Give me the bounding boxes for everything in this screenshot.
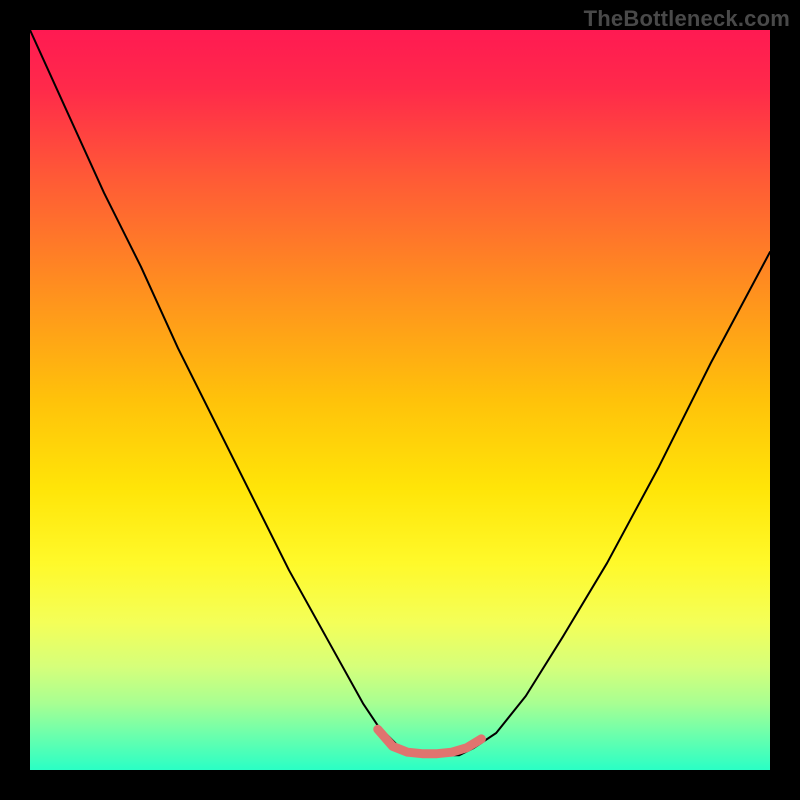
watermark-text: TheBottleneck.com bbox=[584, 6, 790, 32]
plot-area bbox=[30, 30, 770, 770]
chart-svg bbox=[30, 30, 770, 770]
chart-frame: TheBottleneck.com bbox=[0, 0, 800, 800]
gradient-background bbox=[30, 30, 770, 770]
